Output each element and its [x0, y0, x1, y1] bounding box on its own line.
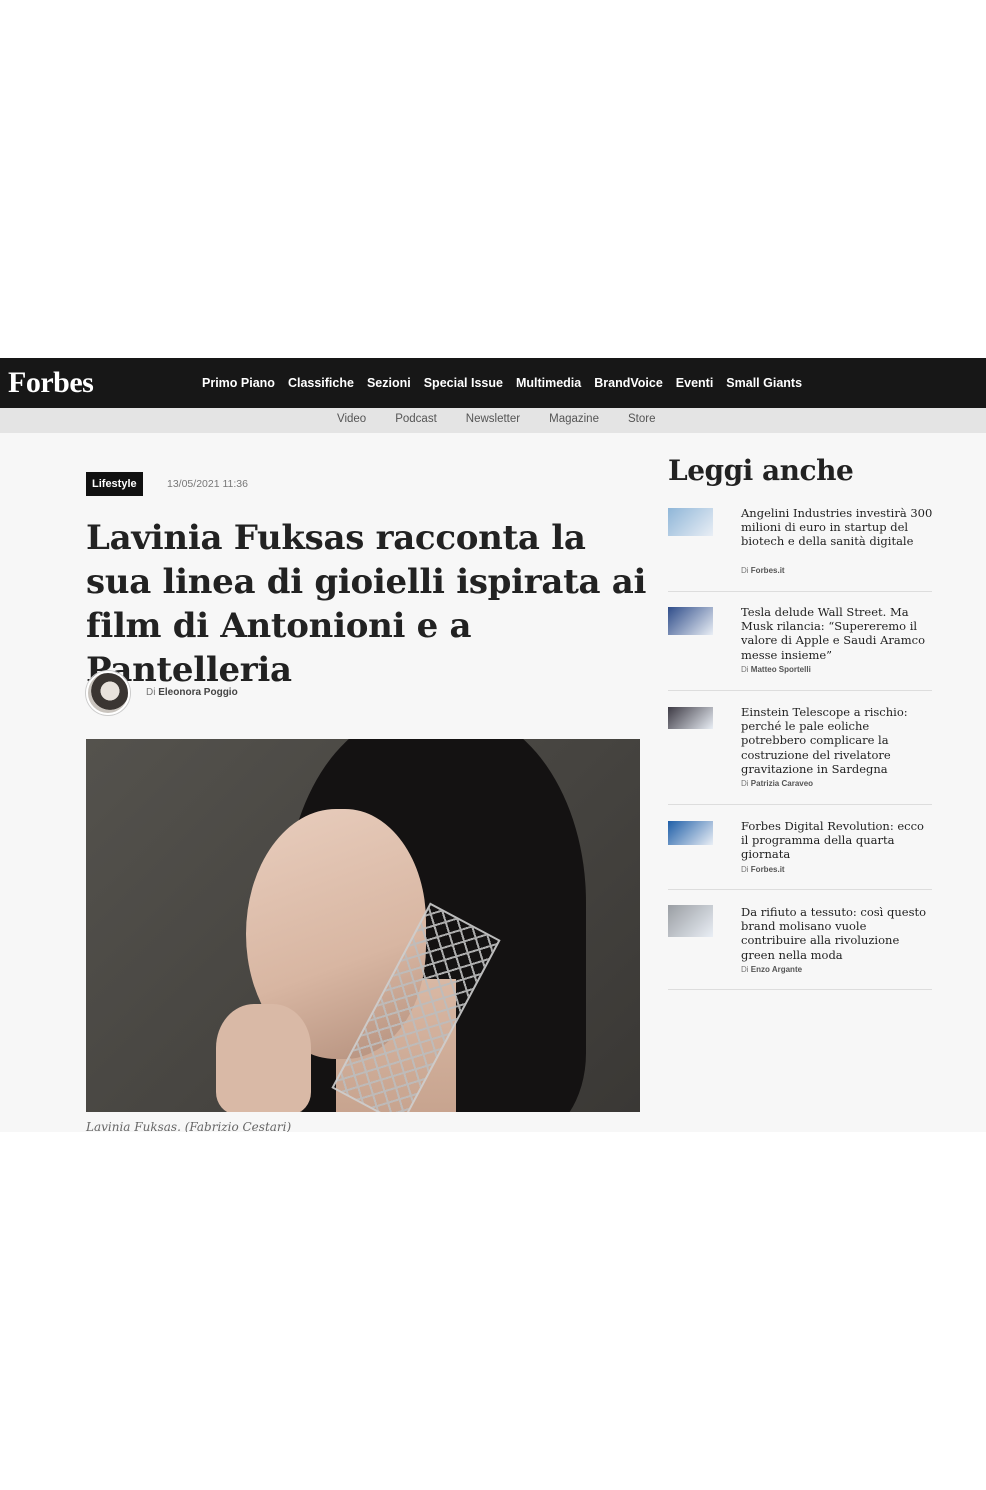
related-article[interactable]: Einstein Telescope a rischio: perché le … — [668, 705, 932, 805]
author-prefix: Di — [741, 865, 749, 874]
secondary-navigation-bar: Video Podcast Newsletter Magazine Store — [0, 408, 986, 433]
related-article-author: Di Matteo Sportelli — [741, 665, 811, 674]
related-article[interactable]: Angelini Industries investirà 300 milion… — [668, 506, 932, 592]
related-article-thumbnail[interactable] — [668, 508, 713, 536]
author-byline: Di Eleonora Poggio — [146, 687, 238, 698]
image-caption: Lavinia Fuksas. (Fabrizio Cestari) — [86, 1120, 292, 1132]
hero-image-hand — [216, 1004, 311, 1112]
byline-prefix: Di — [146, 687, 156, 698]
author-name-link[interactable]: Eleonora Poggio — [158, 687, 237, 698]
related-article-title[interactable]: Forbes Digital Revolution: ecco il progr… — [741, 819, 933, 862]
nav-item-classifiche[interactable]: Classifiche — [288, 376, 354, 390]
related-article-title[interactable]: Tesla delude Wall Street. Ma Musk rilanc… — [741, 605, 933, 662]
nav-item-small-giants[interactable]: Small Giants — [726, 376, 802, 390]
related-article-thumbnail[interactable] — [668, 707, 713, 729]
subnav-item-store[interactable]: Store — [628, 413, 656, 425]
related-article-author: Di Patrizia Caraveo — [741, 779, 813, 788]
related-article-author: Di Enzo Argante — [741, 965, 802, 974]
nav-item-special-issue[interactable]: Special Issue — [424, 376, 503, 390]
subnav-item-podcast[interactable]: Podcast — [395, 413, 437, 425]
subnav-item-newsletter[interactable]: Newsletter — [466, 413, 520, 425]
nav-item-primo-piano[interactable]: Primo Piano — [202, 376, 275, 390]
article-headline: Lavinia Fuksas racconta la sua linea di … — [86, 518, 647, 690]
nav-item-sezioni[interactable]: Sezioni — [367, 376, 411, 390]
author-prefix: Di — [741, 566, 749, 575]
related-article[interactable]: Da rifiuto a tessuto: così questo brand … — [668, 905, 932, 990]
subnav-item-video[interactable]: Video — [337, 413, 366, 425]
sidebar-title: Leggi anche — [668, 454, 854, 487]
author-prefix: Di — [741, 965, 749, 974]
forbes-logo[interactable]: Forbes — [8, 366, 94, 400]
sub-nav: Video Podcast Newsletter Magazine Store — [337, 413, 684, 425]
hero-image — [86, 739, 640, 1112]
author-prefix: Di — [741, 779, 749, 788]
related-article-author-link[interactable]: Matteo Sportelli — [751, 665, 811, 674]
related-article-author: Di Forbes.it — [741, 865, 785, 874]
browser-viewport: Forbes Primo Piano Classifiche Sezioni S… — [0, 358, 986, 1132]
related-article-title[interactable]: Angelini Industries investirà 300 milion… — [741, 506, 933, 549]
author-avatar[interactable] — [86, 671, 130, 715]
nav-item-multimedia[interactable]: Multimedia — [516, 376, 581, 390]
category-tag[interactable]: Lifestyle — [86, 472, 143, 496]
related-article-author-link[interactable]: Forbes.it — [751, 865, 785, 874]
main-nav: Primo Piano Classifiche Sezioni Special … — [202, 376, 815, 390]
related-article-thumbnail[interactable] — [668, 821, 713, 845]
subnav-item-magazine[interactable]: Magazine — [549, 413, 599, 425]
related-article-author-link[interactable]: Enzo Argante — [751, 965, 802, 974]
nav-item-eventi[interactable]: Eventi — [676, 376, 714, 390]
related-article-title[interactable]: Einstein Telescope a rischio: perché le … — [741, 705, 933, 776]
related-article-author-link[interactable]: Patrizia Caraveo — [751, 779, 813, 788]
related-article-thumbnail[interactable] — [668, 905, 713, 937]
related-article[interactable]: Forbes Digital Revolution: ecco il progr… — [668, 819, 932, 890]
related-article-title[interactable]: Da rifiuto a tessuto: così questo brand … — [741, 905, 933, 962]
top-navigation-bar: Forbes Primo Piano Classifiche Sezioni S… — [0, 358, 986, 408]
article-date: 13/05/2021 11:36 — [167, 478, 248, 490]
related-article-author-link[interactable]: Forbes.it — [751, 566, 785, 575]
related-article-thumbnail[interactable] — [668, 607, 713, 635]
related-article-author: Di Forbes.it — [741, 566, 785, 575]
related-article[interactable]: Tesla delude Wall Street. Ma Musk rilanc… — [668, 605, 932, 691]
author-prefix: Di — [741, 665, 749, 674]
nav-item-brandvoice[interactable]: BrandVoice — [594, 376, 663, 390]
